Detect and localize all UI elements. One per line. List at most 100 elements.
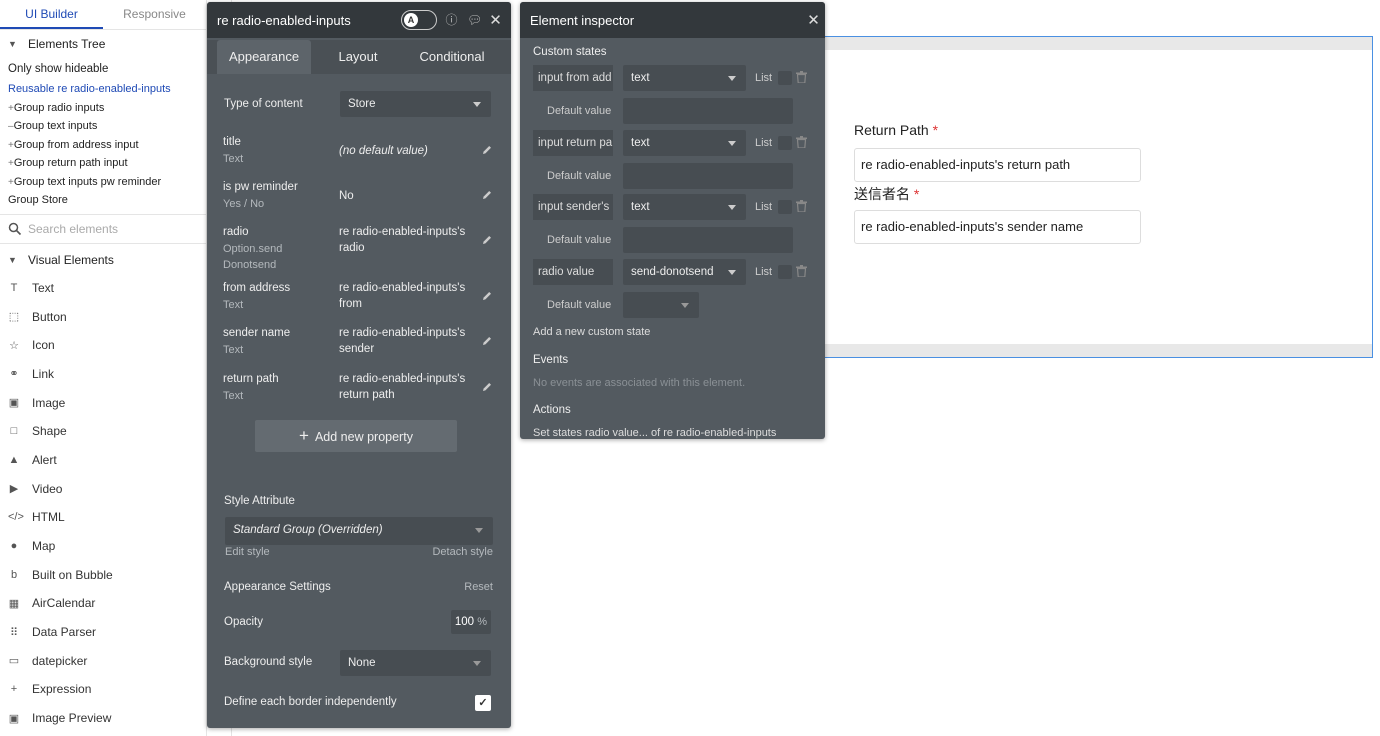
visual-element-item[interactable]: </> HTML — [0, 503, 206, 532]
state-type-dropdown[interactable]: text — [623, 129, 746, 156]
tab-responsive[interactable]: Responsive — [103, 0, 206, 29]
add-custom-state-link[interactable]: Add a new custom state — [533, 326, 650, 338]
close-icon[interactable]: ✕ — [807, 13, 820, 28]
default-value-label: Default value — [547, 169, 612, 182]
define-border-checkbox[interactable]: ✓ — [475, 695, 491, 711]
reusable-element-frame[interactable]: Return Path * re radio-enabled-inputs's … — [824, 36, 1373, 358]
background-style-dropdown[interactable]: None — [340, 650, 491, 676]
trash-icon[interactable] — [796, 135, 807, 149]
trash-icon[interactable] — [796, 200, 807, 213]
search-icon — [8, 222, 22, 235]
edit-pencil-icon[interactable] — [481, 189, 493, 201]
only-show-hideable-toggle[interactable]: Only show hideable — [0, 58, 206, 80]
state-type-dropdown[interactable]: text — [623, 194, 746, 220]
property-value[interactable]: re radio-enabled-inputs's return path — [339, 371, 479, 403]
visual-element-item[interactable]: ▦ AirCalendar — [0, 589, 206, 618]
property-editor-header[interactable]: re radio-enabled-inputs A ⓘ 💬︎ ✕ — [207, 2, 511, 38]
add-new-property-button[interactable]: + Add new property — [255, 420, 457, 452]
detach-style-link[interactable]: Detach style — [432, 546, 493, 558]
edit-pencil-icon[interactable] — [481, 290, 493, 302]
plus-icon: + — [299, 426, 309, 445]
visual-elements-header[interactable]: ▼ Visual Elements — [0, 246, 206, 274]
default-value-input[interactable] — [623, 98, 793, 124]
visual-element-item[interactable]: ⚭ Link — [0, 360, 206, 389]
visibility-toggle[interactable]: A — [401, 10, 437, 30]
elements-tree-label: Elements Tree — [28, 37, 106, 51]
elements-tree-header[interactable]: ▼ Elements Tree — [0, 30, 206, 58]
list-checkbox[interactable] — [778, 71, 792, 85]
edit-pencil-icon[interactable] — [481, 381, 493, 393]
default-value-input[interactable] — [623, 227, 793, 253]
state-name-input[interactable]: input return pa — [533, 129, 613, 156]
tree-item[interactable]: +Group return path input — [0, 154, 206, 173]
visual-element-item[interactable]: ▶ Video — [0, 474, 206, 503]
visual-element-item[interactable]: ⬚ Button — [0, 302, 206, 331]
property-value[interactable]: (no default value) — [339, 143, 479, 159]
reset-link[interactable]: Reset — [464, 581, 493, 593]
tree-item[interactable]: +Group text inputs pw reminder — [0, 173, 206, 192]
search-input[interactable]: Search elements — [28, 222, 118, 236]
sender-name-input[interactable]: re radio-enabled-inputs's sender name — [854, 210, 1141, 244]
tree-item[interactable]: Reusable re radio-enabled-inputs — [0, 80, 206, 99]
visual-element-item[interactable]: ⠿ Data Parser — [0, 618, 206, 647]
tab-conditional[interactable]: Conditional — [405, 40, 499, 74]
opacity-input[interactable]: 100 % — [451, 610, 491, 634]
info-icon[interactable]: ⓘ — [445, 13, 458, 27]
close-icon[interactable]: ✕ — [489, 13, 502, 28]
visual-element-item[interactable]: ▣ Image Preview — [0, 704, 206, 733]
action-item[interactable]: Set states radio value... of re radio-en… — [533, 427, 776, 439]
search-elements-field[interactable]: Search elements — [0, 213, 206, 244]
tree-item-label: Group radio inputs — [13, 101, 105, 114]
visual-element-item[interactable]: ▲ Alert — [0, 446, 206, 475]
visual-element-item[interactable]: T Text — [0, 274, 206, 303]
visual-element-item[interactable]: ☆ Icon — [0, 331, 206, 360]
list-checkbox[interactable] — [778, 200, 792, 214]
property-value[interactable]: No — [339, 188, 479, 204]
state-type-dropdown[interactable]: send-donotsend — [623, 258, 746, 285]
element-name[interactable]: re radio-enabled-inputs — [217, 13, 401, 28]
visual-element-item[interactable]: ● Map — [0, 532, 206, 561]
tree-item[interactable]: Group Store — [0, 191, 206, 210]
left-sidebar: UI Builder Responsive ▼ Elements Tree On… — [0, 0, 207, 736]
tab-ui-builder[interactable]: UI Builder — [0, 0, 103, 29]
visual-element-item[interactable]: ▭ datepicker — [0, 646, 206, 675]
trash-icon[interactable] — [796, 71, 807, 84]
edit-pencil-icon[interactable] — [481, 234, 493, 246]
state-name-input[interactable]: input from add — [533, 65, 613, 91]
property-value[interactable]: re radio-enabled-inputs's from — [339, 280, 479, 312]
state-name-input[interactable]: radio value — [533, 258, 613, 285]
visual-element-label: Button — [32, 309, 67, 324]
element-type-icon: ⠿ — [9, 626, 19, 639]
comment-icon[interactable]: 💬︎ — [467, 13, 482, 27]
tab-layout[interactable]: Layout — [311, 40, 405, 74]
tree-item[interactable]: +Group radio inputs — [0, 99, 206, 118]
visual-element-item[interactable]: □ Shape — [0, 417, 206, 446]
element-type-icon: </> — [8, 511, 24, 524]
return-path-input[interactable]: re radio-enabled-inputs's return path — [854, 148, 1141, 182]
state-name-input[interactable]: input sender's — [533, 194, 613, 220]
inspector-header[interactable]: Element inspector ✕ — [520, 2, 825, 38]
tree-item[interactable]: +Group from address input — [0, 136, 206, 155]
background-style-label: Background style — [224, 656, 313, 668]
property-value[interactable]: re radio-enabled-inputs's sender — [339, 325, 479, 357]
type-of-content-dropdown[interactable]: Store — [340, 91, 491, 117]
edit-pencil-icon[interactable] — [481, 335, 493, 347]
style-dropdown[interactable]: Standard Group (Overridden) — [225, 517, 493, 545]
events-empty-text: No events are associated with this eleme… — [533, 377, 746, 389]
tab-appearance[interactable]: Appearance — [217, 40, 311, 74]
default-value-input[interactable] — [623, 162, 793, 189]
custom-state-row: input from add text List Default value — [533, 65, 813, 124]
visual-element-label: HTML — [32, 510, 65, 525]
property-editor-panel: re radio-enabled-inputs A ⓘ 💬︎ ✕ Appeara… — [207, 2, 511, 728]
list-checkbox[interactable] — [778, 135, 792, 150]
visual-element-item[interactable]: ▣ Image — [0, 388, 206, 417]
tree-item[interactable]: –Group text inputs — [0, 117, 206, 136]
property-value[interactable]: re radio-enabled-inputs's radio — [339, 224, 479, 256]
state-type-dropdown[interactable]: text — [623, 65, 746, 91]
edit-pencil-icon[interactable] — [481, 144, 493, 156]
list-checkbox[interactable] — [778, 264, 792, 279]
edit-style-link[interactable]: Edit style — [225, 546, 270, 558]
trash-icon[interactable] — [796, 264, 807, 278]
visual-element-item[interactable]: + Expression — [0, 675, 206, 704]
visual-element-item[interactable]: b Built on Bubble — [0, 560, 206, 589]
